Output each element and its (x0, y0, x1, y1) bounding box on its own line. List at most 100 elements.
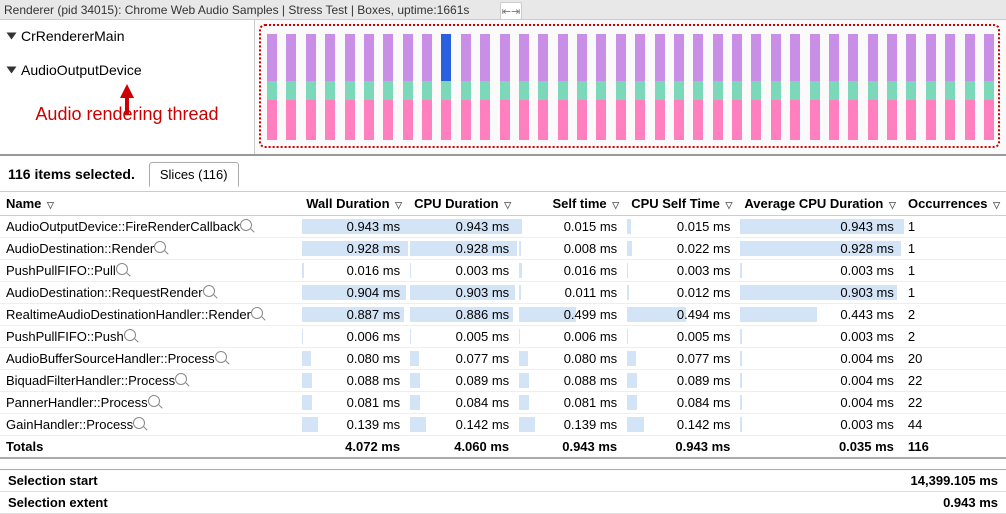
timeline-slice[interactable] (422, 34, 432, 140)
magnify-icon[interactable] (124, 329, 136, 341)
cell: 0.003 ms (738, 414, 902, 436)
cell: 0.016 ms (300, 260, 408, 282)
timeline-slice[interactable] (577, 34, 587, 140)
timeline-slice[interactable] (500, 34, 510, 140)
selection-start-label: Selection start (8, 473, 98, 488)
slice-link[interactable]: PushPullFIFO::Pull (6, 263, 116, 278)
column-header[interactable]: Self time ▽ (517, 192, 625, 216)
process-title: Renderer (pid 34015): Chrome Web Audio S… (4, 3, 469, 17)
magnify-icon[interactable] (154, 241, 166, 253)
expand-icon[interactable]: ⇤⇥ (500, 2, 522, 20)
disclosure-triangle-icon[interactable] (7, 33, 17, 40)
slice-link[interactable]: BiquadFilterHandler::Process (6, 373, 175, 388)
column-header[interactable]: Occurrences ▽ (902, 192, 1006, 216)
timeline-slice[interactable] (771, 34, 781, 140)
timeline-slice[interactable] (926, 34, 936, 140)
table-row: AudioOutputDevice::FireRenderCallback0.9… (0, 216, 1006, 238)
cell-name: PushPullFIFO::Pull (0, 260, 300, 282)
timeline-slice[interactable] (655, 34, 665, 140)
timeline-slice[interactable] (906, 34, 916, 140)
table-row: AudioDestination::Render0.928 ms0.928 ms… (0, 238, 1006, 260)
timeline-slice[interactable] (383, 34, 393, 140)
timeline-slice[interactable] (519, 34, 529, 140)
magnify-icon[interactable] (175, 373, 187, 385)
table-header-row: Name ▽Wall Duration ▽CPU Duration ▽Self … (0, 192, 1006, 216)
selection-extent-value: 0.943 ms (943, 495, 998, 510)
column-header[interactable]: Name ▽ (0, 192, 300, 216)
timeline-slice[interactable] (306, 34, 316, 140)
cell: 0.142 ms (408, 414, 517, 436)
cell: 0.080 ms (300, 348, 408, 370)
cell: 0.499 ms (517, 304, 625, 326)
cell: 0.903 ms (738, 282, 902, 304)
slice-link[interactable]: AudioBufferSourceHandler::Process (6, 351, 215, 366)
slice-link[interactable]: GainHandler::Process (6, 417, 133, 432)
slice-link[interactable]: RealtimeAudioDestinationHandler::Render (6, 307, 251, 322)
timeline-slice[interactable] (635, 34, 645, 140)
timeline-slice[interactable] (945, 34, 955, 140)
column-header[interactable]: Average CPU Duration ▽ (738, 192, 902, 216)
timeline-slice[interactable] (732, 34, 742, 140)
timeline-slice[interactable] (403, 34, 413, 140)
timeline-area[interactable] (255, 20, 1006, 154)
timeline-slice[interactable] (441, 34, 451, 140)
timeline-slice[interactable] (558, 34, 568, 140)
table-row: PushPullFIFO::Pull0.016 ms0.003 ms0.016 … (0, 260, 1006, 282)
timeline-slice[interactable] (286, 34, 296, 140)
timeline-slice[interactable] (364, 34, 374, 140)
cell-name: BiquadFilterHandler::Process (0, 370, 300, 392)
timeline-slice[interactable] (674, 34, 684, 140)
table-row: BiquadFilterHandler::Process0.088 ms0.08… (0, 370, 1006, 392)
timeline-slice[interactable] (790, 34, 800, 140)
column-header[interactable]: CPU Duration ▽ (408, 192, 517, 216)
cell: 0.928 ms (738, 238, 902, 260)
timeline-slice[interactable] (267, 34, 277, 140)
annotation-arrow (0, 84, 254, 98)
column-header[interactable]: CPU Self Time ▽ (625, 192, 738, 216)
cell: 0.003 ms (625, 260, 738, 282)
disclosure-triangle-icon[interactable] (7, 67, 17, 74)
track-row[interactable]: AudioOutputDevice (0, 56, 254, 84)
column-header[interactable]: Wall Duration ▽ (300, 192, 408, 216)
timeline-slice[interactable] (887, 34, 897, 140)
cell: 1 (902, 282, 1006, 304)
slice-link[interactable]: AudioDestination::RequestRender (6, 285, 203, 300)
magnify-icon[interactable] (203, 285, 215, 297)
timeline-slice[interactable] (325, 34, 335, 140)
timeline-slice[interactable] (965, 34, 975, 140)
table-row: AudioDestination::RequestRender0.904 ms0… (0, 282, 1006, 304)
magnify-icon[interactable] (148, 395, 160, 407)
track-label-column: CrRendererMain AudioOutputDevice Audio r… (0, 20, 255, 154)
slice-link[interactable]: PannerHandler::Process (6, 395, 148, 410)
cell: 0.022 ms (625, 238, 738, 260)
cell: 0.089 ms (408, 370, 517, 392)
slice-link[interactable]: PushPullFIFO::Push (6, 329, 124, 344)
timeline-slice[interactable] (616, 34, 626, 140)
timeline-slice[interactable] (751, 34, 761, 140)
timeline-slice[interactable] (713, 34, 723, 140)
slice-link[interactable]: AudioDestination::Render (6, 241, 154, 256)
magnify-icon[interactable] (116, 263, 128, 275)
track-name: AudioOutputDevice (21, 62, 142, 78)
timeline-slice[interactable] (538, 34, 548, 140)
magnify-icon[interactable] (133, 417, 145, 429)
timeline-slice[interactable] (345, 34, 355, 140)
timeline-slice[interactable] (596, 34, 606, 140)
magnify-icon[interactable] (251, 307, 263, 319)
track-row[interactable]: CrRendererMain (0, 20, 254, 56)
timeline-slice[interactable] (984, 34, 994, 140)
cell: 0.089 ms (625, 370, 738, 392)
timeline-slice[interactable] (480, 34, 490, 140)
timeline-slice[interactable] (848, 34, 858, 140)
timeline-slice[interactable] (461, 34, 471, 140)
timeline-slice[interactable] (829, 34, 839, 140)
cell: 0.016 ms (517, 260, 625, 282)
table-row: GainHandler::Process0.139 ms0.142 ms0.13… (0, 414, 1006, 436)
magnify-icon[interactable] (215, 351, 227, 363)
timeline-slice[interactable] (810, 34, 820, 140)
slice-link[interactable]: AudioOutputDevice::FireRenderCallback (6, 219, 240, 234)
tab-slices[interactable]: Slices (116) (149, 162, 239, 187)
timeline-slice[interactable] (693, 34, 703, 140)
timeline-slice[interactable] (868, 34, 878, 140)
magnify-icon[interactable] (240, 219, 252, 231)
